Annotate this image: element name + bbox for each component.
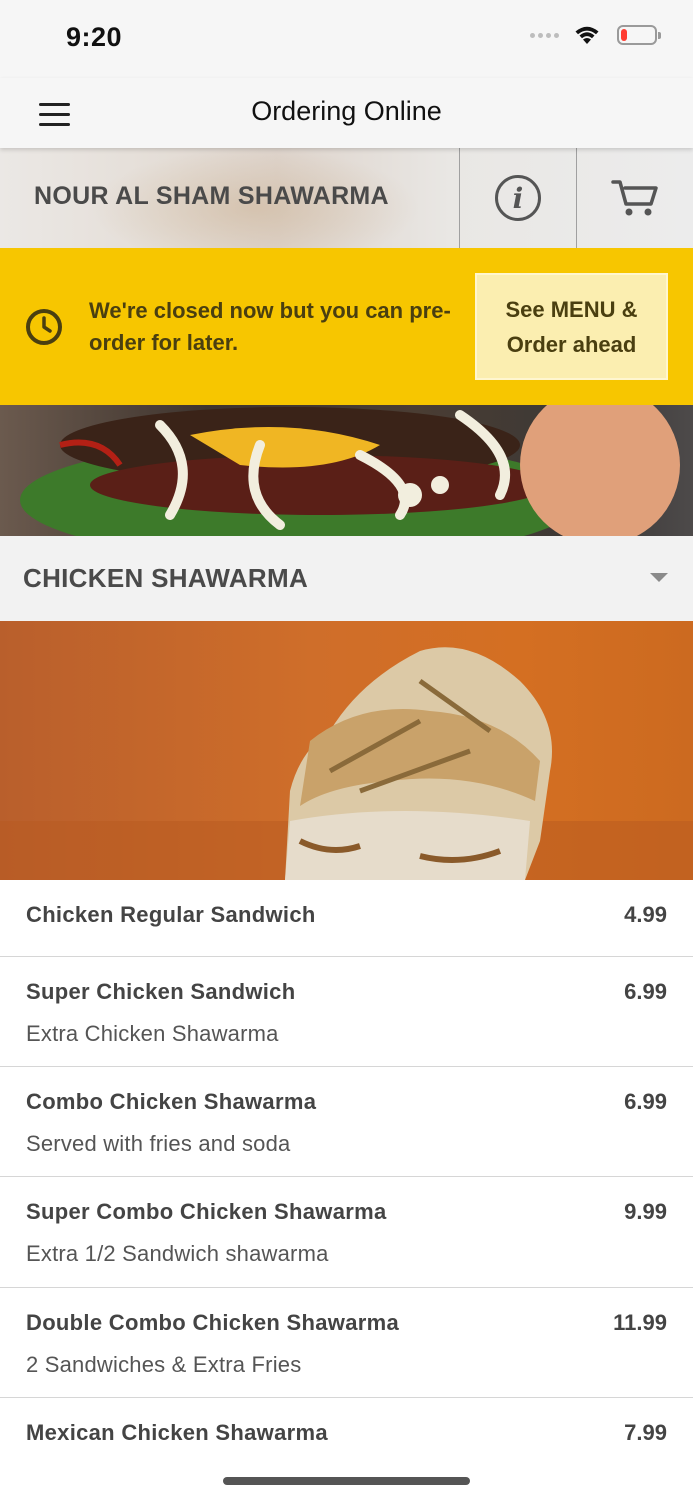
status-time: 9:20	[66, 22, 123, 52]
category-header[interactable]: CHICKEN SHAWARMA	[0, 536, 693, 621]
battery-level	[621, 29, 627, 41]
menu-item-description: Served with fries and soda	[26, 1131, 291, 1156]
category-image	[0, 621, 693, 880]
menu-item-name: Mexican Chicken Shawarma	[26, 1420, 328, 1445]
menu-item-description: Extra 1/2 Sandwich shawarma	[26, 1241, 329, 1266]
wifi-icon	[575, 26, 599, 44]
menu-item-description: 2 Sandwiches & Extra Fries	[26, 1352, 302, 1377]
status-icons	[530, 24, 661, 46]
status-bar: 9:20	[0, 0, 693, 78]
menu-item-price: 9.99	[624, 1199, 667, 1224]
closed-message: We're closed now but you can pre-order f…	[89, 298, 451, 355]
menu-item-name: Super Chicken Sandwich	[26, 979, 296, 1004]
burger-banner-image	[0, 405, 693, 536]
info-icon: i	[495, 175, 541, 221]
cart-button[interactable]	[577, 148, 693, 248]
preorder-button-label: See MENU & Order ahead	[505, 296, 638, 357]
clock-icon	[26, 309, 62, 345]
menu-item-description: Extra Chicken Shawarma	[26, 1021, 279, 1046]
menu-item-name: Super Combo Chicken Shawarma	[26, 1199, 387, 1224]
menu-item-price: 4.99	[624, 902, 667, 927]
restaurant-info-button[interactable]: i	[460, 148, 576, 248]
menu-item-price: 6.99	[624, 979, 667, 1004]
menu-item-name: Combo Chicken Shawarma	[26, 1089, 317, 1114]
battery-icon	[617, 25, 661, 45]
preorder-button[interactable]: See MENU & Order ahead	[475, 273, 668, 380]
menu-item[interactable]: Combo Chicken Shawarma 6.99 Served with …	[0, 1067, 693, 1177]
menu-list: Chicken Regular Sandwich 4.99 Super Chic…	[0, 880, 693, 1500]
menu-item-price: 7.99	[624, 1420, 667, 1445]
home-indicator[interactable]	[223, 1477, 470, 1485]
restaurant-header: NOUR AL SHAM SHAWARMA i	[0, 148, 693, 248]
menu-item-name: Double Combo Chicken Shawarma	[26, 1310, 399, 1335]
page-title: Ordering Online	[251, 96, 442, 126]
signal-dots-icon	[530, 32, 559, 38]
chevron-down-icon[interactable]	[650, 573, 668, 582]
menu-item-price: 11.99	[613, 1310, 667, 1335]
restaurant-name: NOUR AL SHAM SHAWARMA	[34, 182, 389, 210]
menu-item[interactable]: Double Combo Chicken Shawarma 11.99 2 Sa…	[0, 1288, 693, 1398]
nav-bar: Ordering Online	[0, 78, 693, 148]
category-title: CHICKEN SHAWARMA	[23, 563, 309, 593]
cart-icon	[611, 180, 658, 216]
menu-item[interactable]: Chicken Regular Sandwich 4.99	[0, 880, 693, 957]
menu-item[interactable]: Super Chicken Sandwich 6.99 Extra Chicke…	[0, 957, 693, 1067]
menu-item-price: 6.99	[624, 1089, 667, 1114]
menu-item-name: Chicken Regular Sandwich	[26, 902, 316, 927]
menu-item[interactable]: Super Combo Chicken Shawarma 9.99 Extra …	[0, 1177, 693, 1288]
